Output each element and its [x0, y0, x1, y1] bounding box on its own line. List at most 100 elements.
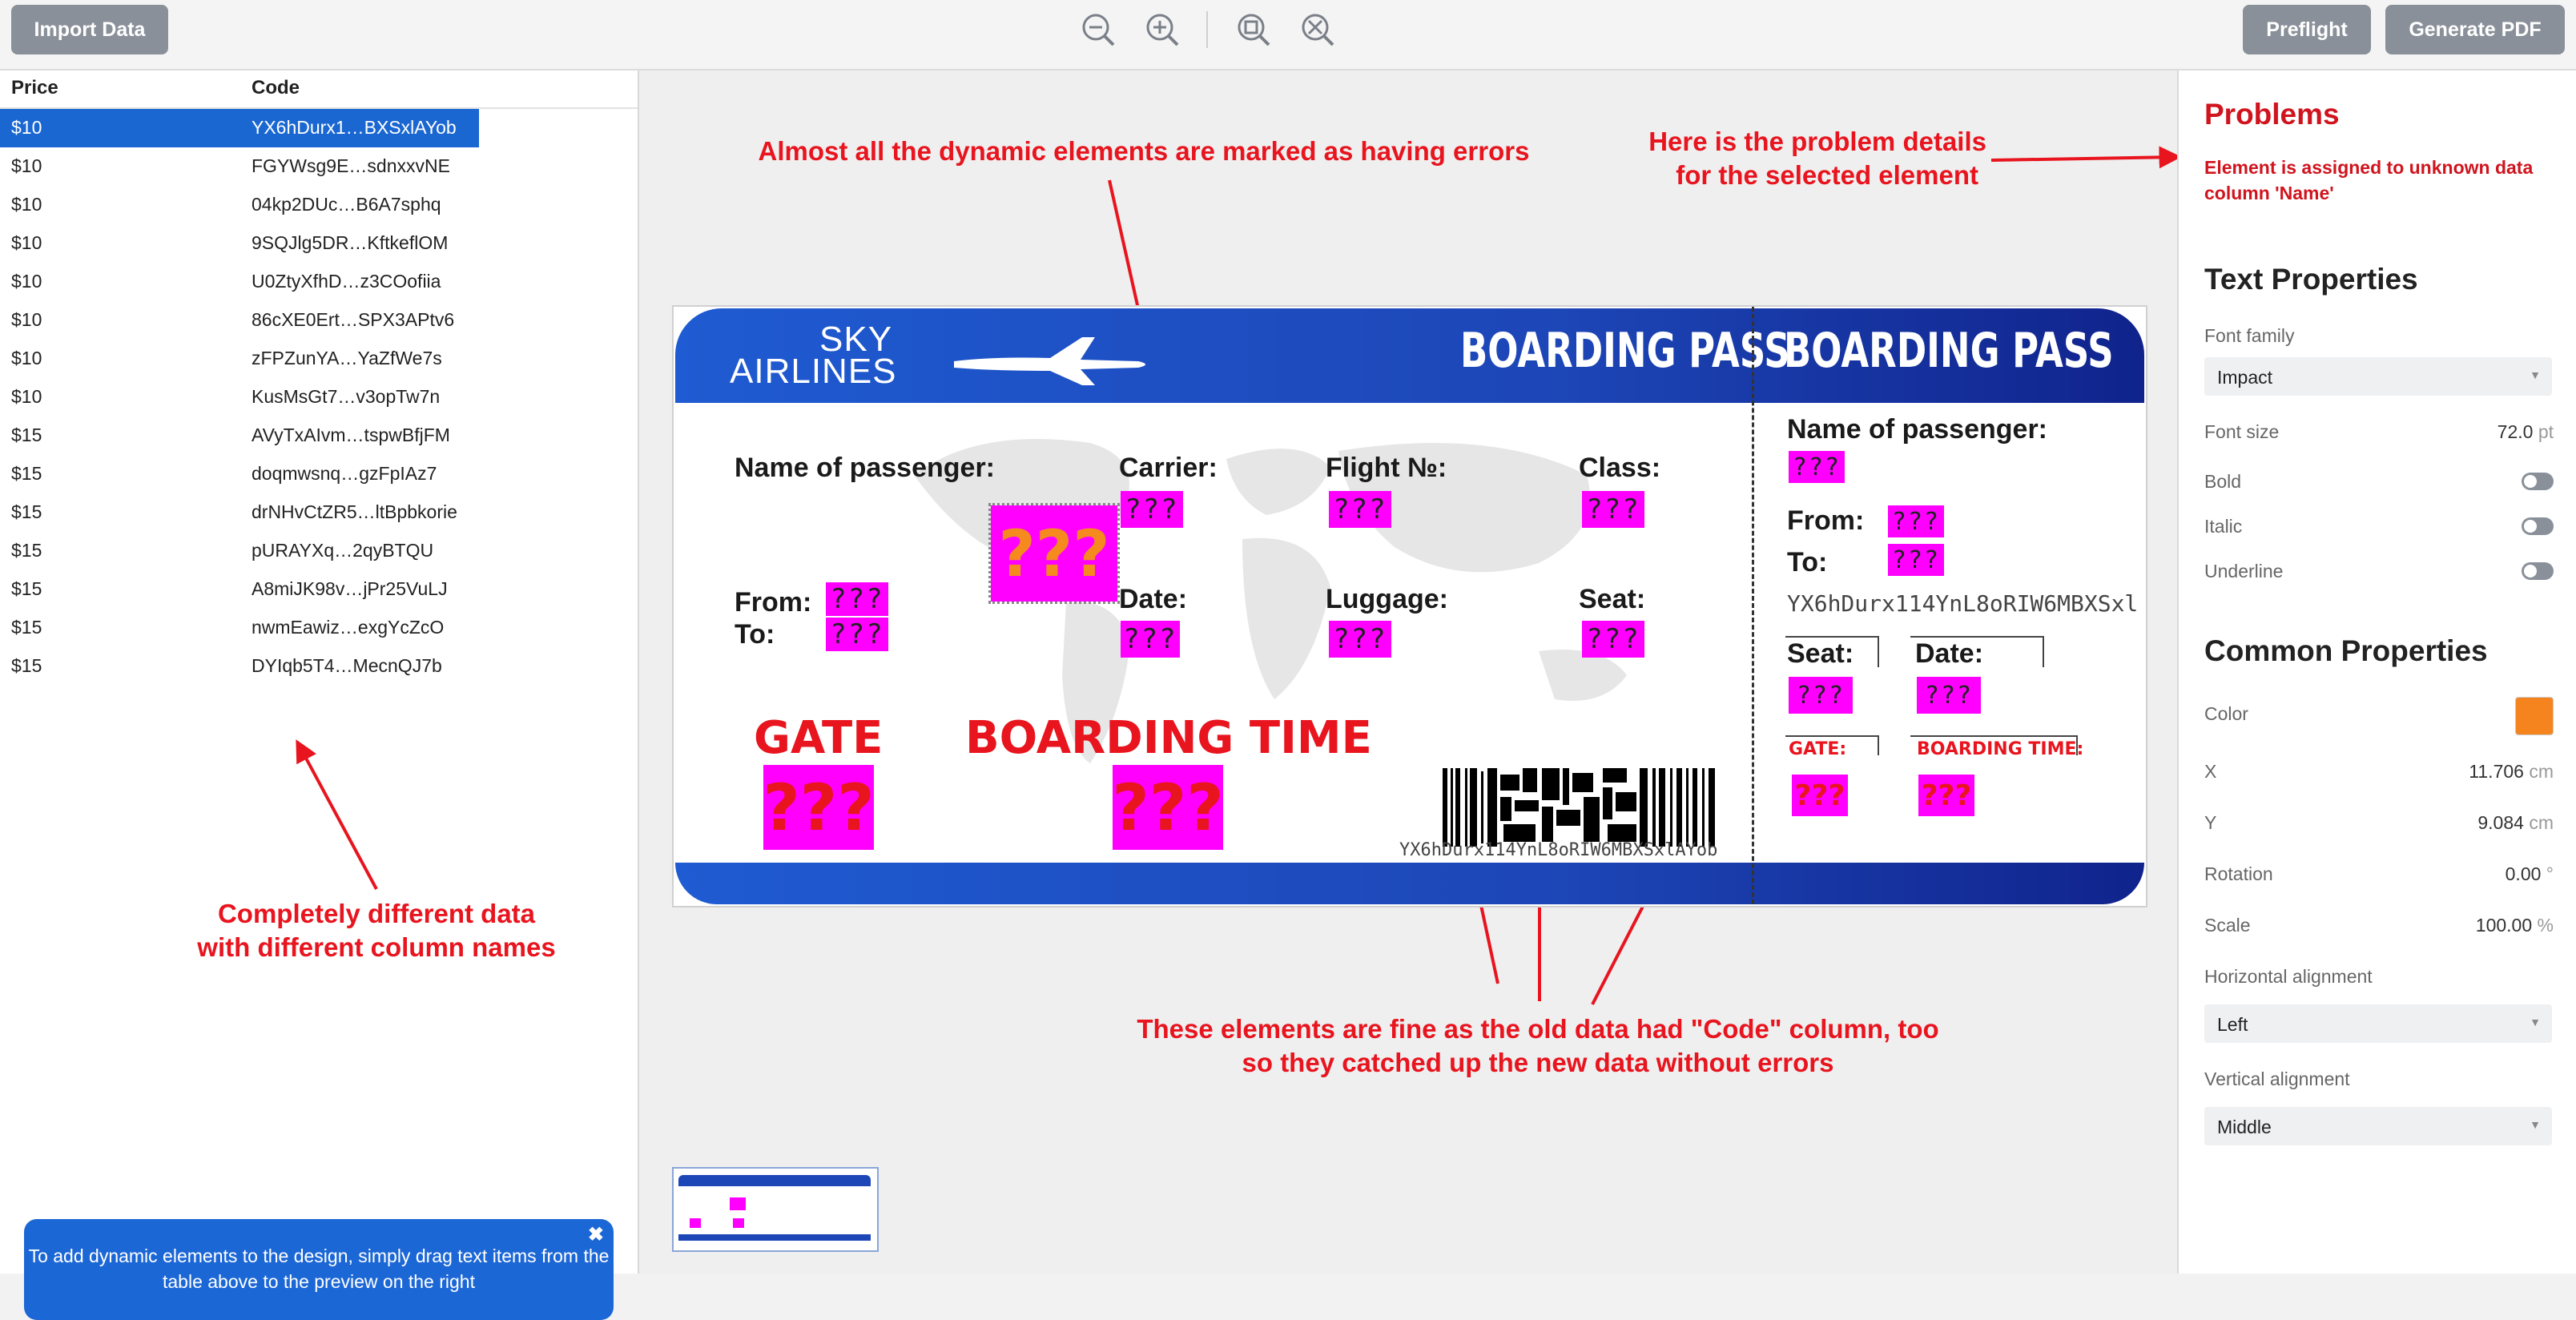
stub-seat-field[interactable]: ???: [1789, 677, 1853, 714]
zoom-fit-icon[interactable]: [1235, 11, 1272, 48]
cell-code[interactable]: A8miJK98v…jPr25VuLJ: [252, 578, 448, 600]
flight-label: Flight №:: [1326, 453, 1447, 483]
cell-price[interactable]: $15: [11, 540, 42, 561]
column-header-price[interactable]: Price: [11, 77, 58, 99]
flight-field[interactable]: ???: [1329, 491, 1391, 528]
column-header-code[interactable]: Code: [252, 77, 300, 99]
table-row[interactable]: $15 DYIqb5T4…MecnQJ7b: [0, 647, 479, 686]
cell-price[interactable]: $15: [11, 617, 42, 638]
cell-price[interactable]: $15: [11, 463, 42, 485]
cell-code[interactable]: 9SQJlg5DR…KftkeflOM: [252, 232, 448, 254]
passenger-name-field-selected[interactable]: ???: [988, 503, 1120, 604]
carrier-field[interactable]: ???: [1121, 491, 1183, 528]
barcode-text[interactable]: YX6hDurx114YnL8oRIW6MBXSxlAYob: [1399, 840, 1717, 860]
cell-code[interactable]: U0ZtyXfhD…z3COofiia: [252, 271, 441, 292]
stub-name-field[interactable]: ???: [1789, 451, 1845, 483]
properties-panel: Problems Element is assigned to unknown …: [2177, 70, 2576, 1274]
cell-code[interactable]: drNHvCtZR5…ltBpbkorie: [252, 501, 457, 523]
seat-field[interactable]: ???: [1582, 621, 1644, 658]
cell-code[interactable]: YX6hDurx1…BXSxlAYob: [252, 117, 457, 139]
airplane-icon: [954, 337, 1145, 385]
zoom-out-icon[interactable]: [1080, 11, 1117, 48]
font-family-select[interactable]: Impact ▼: [2204, 357, 2552, 396]
cell-code[interactable]: zFPZunYA…YaZfWe7s: [252, 348, 442, 369]
font-size-input[interactable]: 72.0 pt: [2498, 421, 2554, 443]
import-data-button[interactable]: Import Data: [11, 5, 168, 54]
rotation-input[interactable]: 0.00 °: [2506, 863, 2554, 885]
table-row[interactable]: $10 9SQJlg5DR…KftkeflOM: [0, 224, 479, 263]
table-row[interactable]: $15 A8miJK98v…jPr25VuLJ: [0, 570, 479, 609]
table-row[interactable]: $15 AVyTxAIvm…tspwBfjFM: [0, 417, 479, 455]
cell-price[interactable]: $15: [11, 655, 42, 677]
stub-boarding-time-field[interactable]: ???: [1918, 775, 1974, 816]
barcode[interactable]: [1443, 768, 1718, 847]
table-row[interactable]: $15 doqmwsnq…gzFpIAz7: [0, 455, 479, 493]
cell-code[interactable]: DYIqb5T4…MecnQJ7b: [252, 655, 442, 677]
cell-code[interactable]: 86cXE0Ert…SPX3APtv6: [252, 309, 454, 331]
cell-code[interactable]: doqmwsnq…gzFpIAz7: [252, 463, 437, 485]
x-input[interactable]: 11.706 cm: [2469, 761, 2554, 783]
stub-date-field[interactable]: ???: [1917, 677, 1981, 714]
color-swatch[interactable]: [2515, 697, 2554, 735]
stub-from-field[interactable]: ???: [1888, 505, 1944, 537]
scale-input[interactable]: 100.00 %: [2476, 915, 2554, 936]
cell-price[interactable]: $10: [11, 348, 42, 369]
rotation-unit: °: [2546, 863, 2554, 884]
class-field[interactable]: ???: [1582, 491, 1644, 528]
table-row[interactable]: $10 U0ZtyXfhD…z3COofiia: [0, 263, 479, 301]
color-label: Color: [2204, 703, 2248, 724]
table-row[interactable]: $10 04kp2DUc…B6A7sphq: [0, 186, 479, 224]
cell-code[interactable]: FGYWsg9E…sdnxxvNE: [252, 155, 450, 177]
cell-price[interactable]: $10: [11, 194, 42, 215]
luggage-field[interactable]: ???: [1329, 621, 1391, 658]
table-row[interactable]: $10 86cXE0Ert…SPX3APtv6: [0, 301, 479, 340]
gate-field[interactable]: ???: [763, 765, 875, 850]
cell-price[interactable]: $10: [11, 117, 42, 139]
stub-from-label: From:: [1787, 505, 1865, 536]
cell-code[interactable]: AVyTxAIvm…tspwBfjFM: [252, 425, 450, 446]
boarding-time-field[interactable]: ???: [1112, 765, 1224, 850]
table-row[interactable]: $10 FGYWsg9E…sdnxxvNE: [0, 147, 479, 186]
cell-price[interactable]: $15: [11, 425, 42, 446]
table-row[interactable]: $10 zFPZunYA…YaZfWe7s: [0, 340, 479, 378]
boarding-pass-design[interactable]: SKY AIRLINES BOARDING PASS BOARDING PASS…: [672, 305, 2147, 908]
table-row[interactable]: $10 KusMsGt7…v3opTw7n: [0, 378, 479, 417]
table-row[interactable]: $15 pURAYXq…2qyBTQU: [0, 532, 479, 570]
tip-text: To add dynamic elements to the design, s…: [28, 1246, 610, 1292]
zoom-actual-icon[interactable]: [1299, 11, 1336, 48]
rotation-label: Rotation: [2204, 863, 2273, 884]
stub-code[interactable]: YX6hDurx114YnL8oRIW6MBXSxl: [1787, 590, 2138, 617]
generate-pdf-button[interactable]: Generate PDF: [2385, 5, 2565, 54]
cell-code[interactable]: nwmEawiz…exgYcZcO: [252, 617, 444, 638]
vertical-alignment-select[interactable]: Middle ▼: [2204, 1107, 2552, 1145]
table-row[interactable]: $10 YX6hDurx1…BXSxlAYob: [0, 109, 479, 147]
cell-price[interactable]: $10: [11, 155, 42, 177]
cell-price[interactable]: $10: [11, 386, 42, 408]
stub-gate-field[interactable]: ???: [1792, 775, 1848, 816]
cell-price[interactable]: $15: [11, 501, 42, 523]
page-thumbnail[interactable]: [672, 1167, 879, 1252]
to-field[interactable]: ???: [826, 618, 888, 651]
cell-code[interactable]: pURAYXq…2qyBTQU: [252, 540, 433, 561]
date-label: Date:: [1119, 584, 1188, 614]
underline-toggle[interactable]: [2522, 562, 2554, 580]
bold-toggle[interactable]: [2522, 473, 2554, 490]
preflight-button[interactable]: Preflight: [2243, 5, 2371, 54]
cell-price[interactable]: $15: [11, 578, 42, 600]
from-field[interactable]: ???: [826, 582, 888, 616]
cell-price[interactable]: $10: [11, 271, 42, 292]
stub-to-field[interactable]: ???: [1888, 544, 1944, 576]
table-row[interactable]: $15 drNHvCtZR5…ltBpbkorie: [0, 493, 479, 532]
y-label: Y: [2204, 812, 2217, 833]
cell-code[interactable]: KusMsGt7…v3opTw7n: [252, 386, 440, 408]
cell-code[interactable]: 04kp2DUc…B6A7sphq: [252, 194, 441, 215]
y-input[interactable]: 9.084 cm: [2477, 812, 2554, 834]
zoom-in-icon[interactable]: [1144, 11, 1181, 48]
horizontal-alignment-select[interactable]: Left ▼: [2204, 1004, 2552, 1043]
underline-label: Underline: [2204, 561, 2284, 582]
cell-price[interactable]: $10: [11, 309, 42, 331]
italic-toggle[interactable]: [2522, 517, 2554, 535]
date-field[interactable]: ???: [1121, 621, 1180, 658]
table-row[interactable]: $15 nwmEawiz…exgYcZcO: [0, 609, 479, 647]
cell-price[interactable]: $10: [11, 232, 42, 254]
